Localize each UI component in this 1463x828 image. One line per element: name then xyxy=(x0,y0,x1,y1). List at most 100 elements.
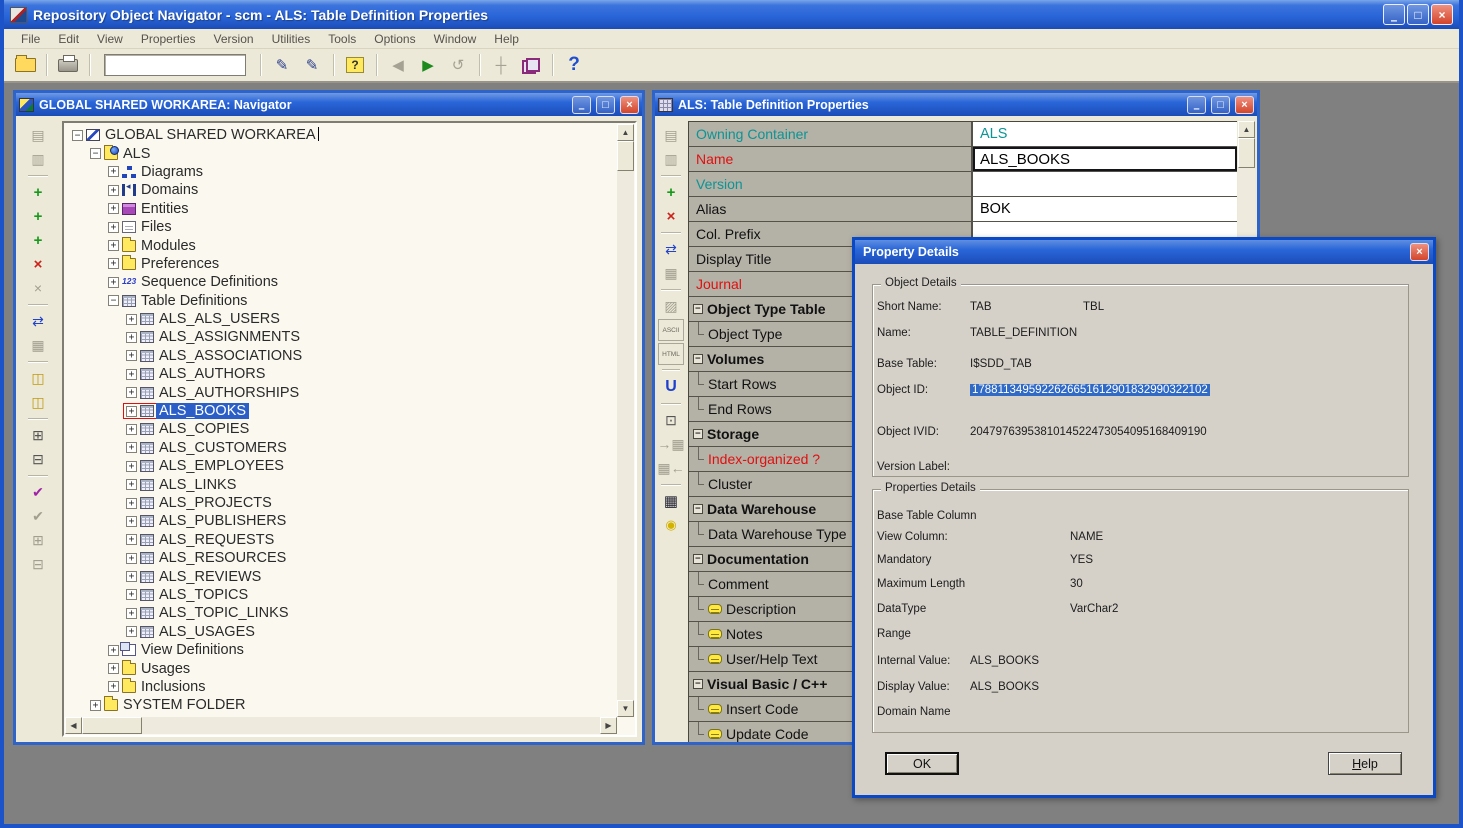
toolbar-icon[interactable]: ⊟ xyxy=(25,553,51,575)
toolbar-icon[interactable]: ⊟ xyxy=(25,448,51,470)
tree-item-label[interactable]: SYSTEM FOLDER xyxy=(120,697,248,713)
scroll-right-icon[interactable]: ▶ xyxy=(600,717,617,734)
tree-expander[interactable]: + xyxy=(108,166,119,177)
tree-expander[interactable]: + xyxy=(126,387,137,398)
property-label-cell[interactable]: − Owning Container xyxy=(689,122,973,146)
properties-maximize-button[interactable]: □ xyxy=(1211,96,1230,114)
tree-item[interactable]: + ALS_AUTHORS xyxy=(65,365,617,383)
property-label-cell[interactable]: − Name xyxy=(689,147,973,171)
tree-item[interactable]: + ALS_ASSOCIATIONS xyxy=(65,347,617,365)
tree-expander[interactable]: + xyxy=(126,442,137,453)
tree-expander[interactable]: + xyxy=(126,589,137,600)
group-collapse-icon[interactable]: − xyxy=(693,304,703,314)
toolbar-icon[interactable]: ▦ xyxy=(25,334,51,356)
toolbar-icon[interactable]: ▤ xyxy=(25,124,51,146)
property-label-cell[interactable]: − Version xyxy=(689,172,973,196)
tree-item-label[interactable]: ALS_AUTHORSHIPS xyxy=(156,385,302,401)
menu-item[interactable]: Utilities xyxy=(263,30,320,48)
forward-button[interactable]: ▶ xyxy=(415,52,441,78)
property-value[interactable]: ALS_BOOKS xyxy=(973,147,1237,171)
tree-item-label[interactable]: ALS_COPIES xyxy=(156,421,252,437)
tree-expander[interactable]: + xyxy=(126,369,137,380)
tree-expander[interactable]: − xyxy=(108,295,119,306)
toolbar-icon[interactable]: × xyxy=(25,253,51,275)
scroll-up-icon[interactable]: ▲ xyxy=(1238,121,1255,138)
menu-item[interactable]: Options xyxy=(365,30,424,48)
tree-item-label[interactable]: ALS_AUTHORS xyxy=(156,366,268,382)
tree-item[interactable]: + ALS_EMPLOYEES xyxy=(65,457,617,475)
scroll-left-icon[interactable]: ◀ xyxy=(65,717,82,734)
maximize-button[interactable]: □ xyxy=(1407,4,1429,25)
tree-expander[interactable]: − xyxy=(72,130,83,141)
find-object-input[interactable] xyxy=(104,54,246,76)
tree-item[interactable]: + ALS_PROJECTS xyxy=(65,494,617,512)
tree-expander[interactable]: + xyxy=(126,406,137,417)
tree-expander[interactable]: + xyxy=(126,350,137,361)
tree-item[interactable]: + ALS_ALS_USERS xyxy=(65,310,617,328)
menu-item[interactable]: Properties xyxy=(132,30,205,48)
tree-item-label[interactable]: Files xyxy=(138,219,175,235)
dialog-close-button[interactable]: × xyxy=(1410,243,1429,261)
group-collapse-icon[interactable]: − xyxy=(693,354,703,364)
tree-item-label[interactable]: ALS_PUBLISHERS xyxy=(156,513,289,529)
tree-item-label[interactable]: ALS xyxy=(120,146,153,162)
tree-item[interactable]: + ALS_REVIEWS xyxy=(65,567,617,585)
property-value-cell[interactable] xyxy=(973,172,1237,196)
property-row[interactable]: − Version xyxy=(689,172,1237,197)
tree-item-label[interactable]: Table Definitions xyxy=(138,293,250,309)
scrollbar-thumb[interactable] xyxy=(617,141,634,171)
find-wand-button[interactable]: ✎ xyxy=(299,52,325,78)
property-row[interactable]: − Name ALS_BOOKS xyxy=(689,147,1237,172)
menu-item[interactable]: Window xyxy=(425,30,486,48)
tree-item[interactable]: + ALS_LINKS xyxy=(65,475,617,493)
tree-item-label[interactable]: GLOBAL SHARED WORKAREA xyxy=(102,127,322,143)
tree-item-label[interactable]: ALS_ASSOCIATIONS xyxy=(156,348,305,364)
tree-item[interactable]: + ALS_CUSTOMERS xyxy=(65,439,617,457)
tree-item[interactable]: + ALS_COPIES xyxy=(65,420,617,438)
group-collapse-icon[interactable]: − xyxy=(693,679,703,689)
tree-horizontal-scrollbar[interactable]: ◀ ▶ xyxy=(65,717,617,734)
toolbar-icon[interactable]: ⇄ xyxy=(25,310,51,332)
tree-item[interactable]: − ALS xyxy=(65,144,617,162)
tree-item-label[interactable]: Preferences xyxy=(138,256,222,272)
toolbar-icon[interactable]: ▤ xyxy=(658,124,684,146)
tree-expander[interactable]: + xyxy=(108,663,119,674)
tree-item-label[interactable]: ALS_PROJECTS xyxy=(156,495,275,511)
tree-item[interactable]: + Sequence Definitions xyxy=(65,273,617,291)
tree-expander[interactable]: + xyxy=(108,681,119,692)
tree-expander[interactable]: + xyxy=(108,645,119,656)
property-value-cell[interactable]: ALS xyxy=(973,122,1237,146)
menu-item[interactable]: File xyxy=(12,30,49,48)
property-row[interactable]: − Alias BOK xyxy=(689,197,1237,222)
toolbar-icon[interactable]: ▦ xyxy=(658,490,684,512)
help-button[interactable]: Help xyxy=(1328,752,1402,775)
menu-item[interactable]: Edit xyxy=(49,30,88,48)
menu-item[interactable]: Version xyxy=(205,30,263,48)
tree-item[interactable]: − Table Definitions xyxy=(65,292,617,310)
tree-expander[interactable]: + xyxy=(126,626,137,637)
print-button[interactable] xyxy=(55,52,81,78)
tree-item-label[interactable]: ALS_REVIEWS xyxy=(156,569,264,585)
toolbar-icon[interactable]: HTML xyxy=(658,343,684,365)
tree-item-label[interactable]: ALS_TOPIC_LINKS xyxy=(156,605,292,621)
scrollbar-thumb[interactable] xyxy=(1238,138,1255,168)
window-pair-button[interactable] xyxy=(518,52,544,78)
tree-expander[interactable]: + xyxy=(126,516,137,527)
tree-item[interactable]: + Inclusions xyxy=(65,678,617,696)
tree-item[interactable]: + Modules xyxy=(65,236,617,254)
tree-expander[interactable]: + xyxy=(126,608,137,619)
tree-item[interactable]: + ALS_AUTHORSHIPS xyxy=(65,383,617,401)
tree-item-label[interactable]: ALS_REQUESTS xyxy=(156,532,277,548)
tree-expander[interactable]: + xyxy=(126,498,137,509)
tree-item-label[interactable]: ALS_EMPLOYEES xyxy=(156,458,287,474)
tree-expander[interactable]: + xyxy=(108,222,119,233)
toolbar-icon[interactable]: ⊞ xyxy=(25,424,51,446)
tree-expander[interactable]: + xyxy=(126,534,137,545)
close-button[interactable]: × xyxy=(1431,4,1453,25)
back-button[interactable]: ◀ xyxy=(385,52,411,78)
tree-expander[interactable]: + xyxy=(126,461,137,472)
toolbar-icon[interactable]: ▦ xyxy=(658,262,684,284)
property-value[interactable]: ALS xyxy=(980,126,1007,142)
toolbar-icon[interactable]: + xyxy=(25,205,51,227)
scroll-down-icon[interactable]: ▼ xyxy=(617,700,634,717)
